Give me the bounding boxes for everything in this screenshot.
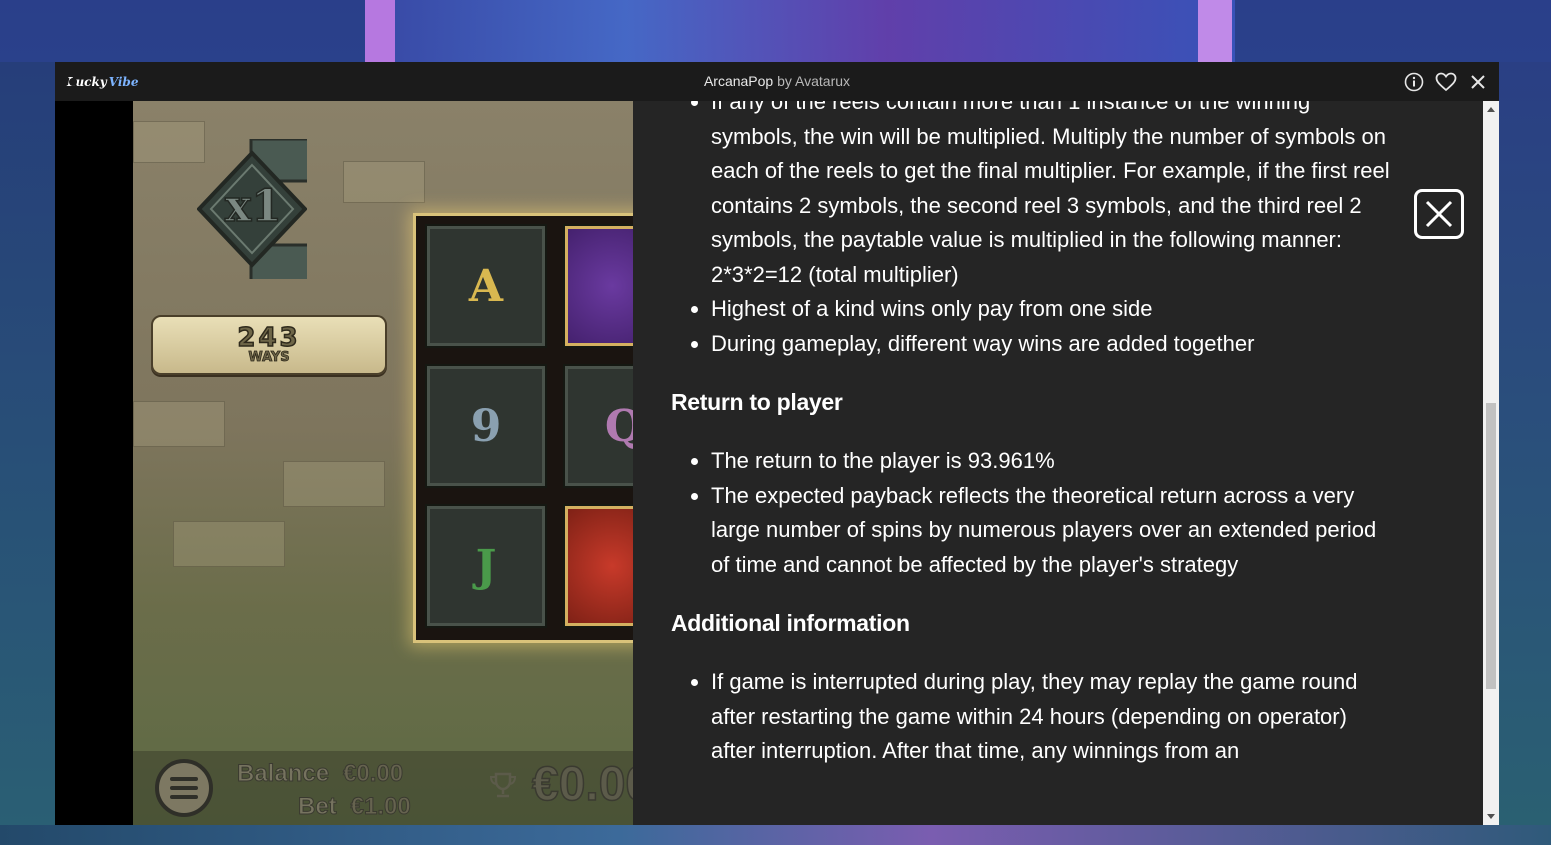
- trophy-icon: [489, 772, 517, 797]
- wall-brick: [133, 401, 225, 447]
- ways-banner: 243 WAYS: [151, 315, 387, 375]
- list-item: If any of the reels contain more than 1 …: [711, 101, 1391, 120]
- game-bottom-bar: Balance €0.00 Bet €1.00 €0.00: [133, 751, 633, 825]
- background-right: [1499, 62, 1551, 825]
- menu-line-icon: [170, 777, 198, 781]
- game-area[interactable]: x1 243 WAYS A 9 Q J Balance €0.00 Bet €1…: [55, 101, 633, 825]
- heart-icon[interactable]: [1434, 70, 1457, 93]
- provider-name: Avatarux: [795, 73, 851, 89]
- wall-brick: [283, 461, 385, 507]
- additional-list: If game is interrupted during play, they…: [671, 665, 1391, 769]
- wall-brick: [133, 121, 205, 163]
- bet-value: €1.00: [350, 793, 411, 821]
- reel-symbol: Q: [563, 364, 633, 488]
- background-left: [0, 62, 55, 825]
- game-name: ArcanaPop: [703, 73, 774, 89]
- section-heading-additional: Additional information: [671, 610, 910, 636]
- list-item: The return to the player is 93.961%: [711, 444, 1391, 479]
- game-canvas[interactable]: x1 243 WAYS A 9 Q J Balance €0.00 Bet €1…: [133, 101, 633, 825]
- by-text: by: [773, 73, 796, 89]
- list-item: The expected payback reflects the theore…: [711, 479, 1391, 583]
- list-item: Highest of a kind wins only pay from one…: [711, 292, 1391, 327]
- background-pillar-left: [365, 0, 395, 62]
- info-panel[interactable]: If any of the reels contain more than 1 …: [633, 101, 1483, 825]
- scroll-up-arrow-icon[interactable]: [1483, 101, 1499, 117]
- section-heading-rtp: Return to player: [671, 389, 843, 415]
- game-menu-button[interactable]: [155, 759, 213, 817]
- reel-symbol: J: [425, 504, 547, 628]
- rtp-list: The return to the player is 93.961% The …: [671, 444, 1391, 582]
- multiplier-value: x1: [224, 180, 282, 233]
- wall-brick: [173, 521, 285, 567]
- background-bottom: [0, 825, 1551, 845]
- reel-symbol: A: [425, 224, 547, 348]
- balance-row: Balance €0.00: [236, 760, 404, 788]
- balance-value: €0.00: [343, 760, 404, 788]
- list-item: If game is interrupted during play, they…: [711, 665, 1391, 769]
- ways-label: WAYS: [248, 350, 290, 365]
- scrollbar-thumb[interactable]: [1486, 403, 1496, 689]
- reel-symbol-ram: [563, 224, 633, 348]
- modal-title: ArcanaPop by Avatarux: [55, 73, 1499, 89]
- modal-titlebar: Lucky Vibe ArcanaPop by Avatarux: [55, 62, 1499, 101]
- game-modal: Lucky Vibe ArcanaPop by Avatarux x1 243 …: [55, 62, 1499, 825]
- menu-line-icon: [170, 786, 198, 790]
- info-content: If any of the reels contain more than 1 …: [671, 101, 1391, 769]
- balance-label: Balance: [236, 760, 330, 788]
- scroll-down-arrow-icon[interactable]: [1483, 809, 1499, 825]
- close-icon[interactable]: [1466, 70, 1489, 93]
- wall-brick: [343, 161, 425, 203]
- ways-number: 243: [237, 323, 301, 353]
- menu-line-icon: [170, 795, 198, 799]
- close-icon: [1425, 200, 1453, 228]
- bet-label: Bet: [298, 793, 338, 821]
- rules-list-continued: symbols, the win will be multiplied. Mul…: [671, 120, 1391, 293]
- reel-symbol-heart: [563, 504, 633, 628]
- background-banner: [365, 0, 1235, 62]
- reel-symbol: 9: [425, 364, 547, 488]
- info-icon[interactable]: [1402, 70, 1425, 93]
- info-scrollbar[interactable]: [1483, 101, 1499, 825]
- reels-grid[interactable]: A 9 Q J: [413, 213, 633, 643]
- list-item: symbols, the win will be multiplied. Mul…: [711, 123, 1390, 287]
- background-pillar-right: [1198, 0, 1232, 62]
- rules-list-more: Highest of a kind wins only pay from one…: [671, 292, 1391, 361]
- close-info-button[interactable]: [1414, 189, 1464, 239]
- bet-row: Bet €1.00: [298, 793, 412, 821]
- win-value: €0.00: [531, 757, 633, 812]
- win-display: €0.00: [488, 757, 633, 812]
- list-item: During gameplay, different way wins are …: [711, 327, 1391, 362]
- rules-list: If any of the reels contain more than 1 …: [671, 101, 1391, 120]
- titlebar-actions: [1402, 70, 1489, 93]
